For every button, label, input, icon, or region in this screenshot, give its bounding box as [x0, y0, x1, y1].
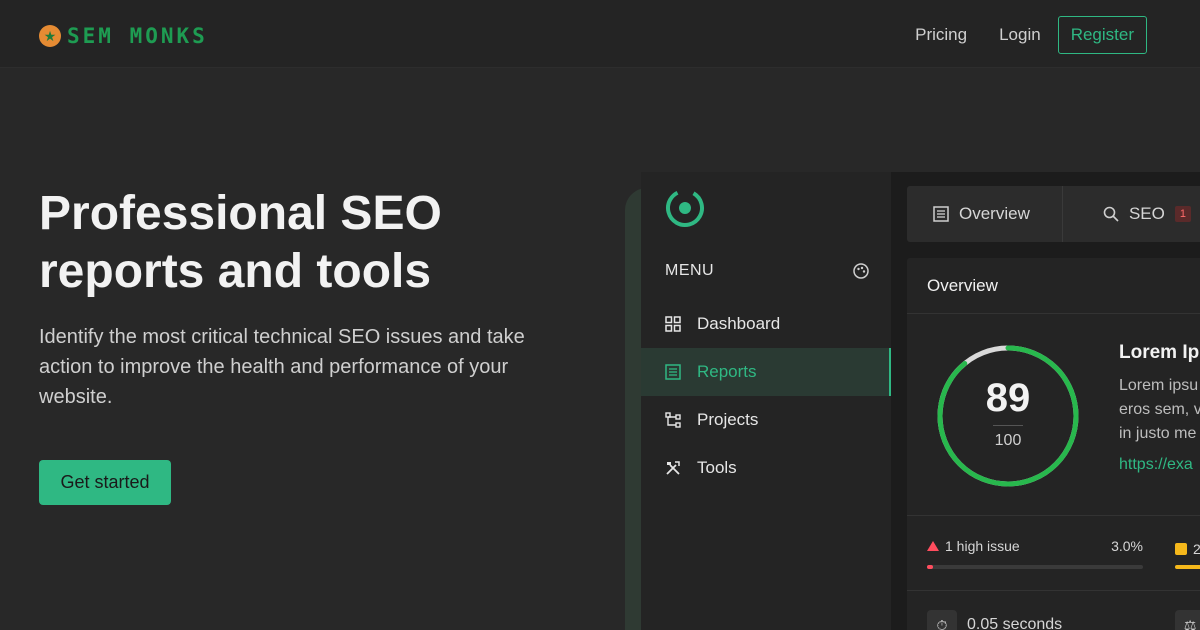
site-url-link[interactable]: https://exa: [1119, 456, 1193, 474]
site-description-line: Lorem ipsu: [1119, 377, 1199, 394]
medium-issue-label: 2: [1193, 541, 1200, 557]
high-issue-progress-fill: [927, 565, 934, 569]
issue-count-badge: 1: [1174, 206, 1191, 222]
warning-triangle-icon: [927, 541, 939, 551]
site-description-line: eros sem, v: [1119, 401, 1200, 418]
grid-icon: [665, 316, 681, 332]
tab-label: Overview: [959, 204, 1030, 223]
projects-icon: [665, 412, 681, 428]
medium-issue-row[interactable]: 2: [1175, 541, 1200, 557]
hero-title-line1: Professional SEO: [39, 187, 442, 240]
sidebar-item-tools[interactable]: Tools: [641, 444, 891, 492]
panel-title: Overview: [907, 258, 1200, 314]
star-badge-icon: ★: [39, 25, 61, 47]
score-divider: [993, 425, 1023, 426]
stopwatch-icon: ⏱: [927, 610, 957, 630]
high-issue-percent: 3.0%: [1111, 538, 1143, 554]
hero-title: Professional SEO reports and tools: [39, 185, 599, 301]
app-mockup: MENU Dashboard Reports Projects Tools Ov…: [641, 172, 1200, 630]
search-icon: [1103, 206, 1119, 222]
register-button[interactable]: Register: [1057, 16, 1147, 54]
tools-icon: [666, 461, 680, 475]
report-list-icon: [933, 206, 949, 222]
score-max: 100: [994, 432, 1022, 449]
nav-login-link[interactable]: Login: [983, 16, 1057, 54]
hero-subtitle: Identify the most critical technical SEO…: [39, 326, 525, 408]
medium-issue-progress: [1175, 565, 1200, 569]
sidebar-item-dashboard[interactable]: Dashboard: [641, 300, 891, 348]
tab-seo[interactable]: SEO 1: [1063, 186, 1200, 242]
sidebar-item-label: Projects: [697, 410, 759, 429]
palette-icon[interactable]: [853, 263, 869, 279]
menu-label: MENU: [665, 262, 715, 279]
brand-name: SEM MONKS: [67, 24, 208, 48]
tab-overview[interactable]: Overview: [907, 186, 1063, 242]
high-issue-row[interactable]: 1 high issue 3.0%: [927, 538, 1143, 554]
tab-bar: Overview SEO 1: [907, 186, 1200, 242]
nav-pricing-link[interactable]: Pricing: [899, 16, 983, 54]
hero-title-line2: reports and tools: [39, 245, 432, 298]
medium-issue-square-icon: [1175, 543, 1187, 555]
tab-label: SEO: [1128, 204, 1165, 223]
high-issue-label: 1 high issue: [945, 538, 1020, 554]
load-time-value: 0.05 seconds: [967, 616, 1063, 630]
site-description-line: in justo me: [1119, 425, 1197, 442]
site-description: Lorem ipsu eros sem, v in justo me: [1119, 374, 1200, 446]
menu-header: MENU: [665, 262, 869, 280]
sidebar-item-label: Reports: [697, 362, 757, 381]
app-content: Overview SEO 1 Overview 89 100 Lorem Ip: [891, 172, 1200, 630]
sidebar-item-reports[interactable]: Reports: [641, 348, 891, 396]
top-navbar: ★ SEM MONKS Pricing Login Register: [0, 0, 1200, 68]
high-issue-progress: [927, 565, 1143, 569]
brand[interactable]: ★ SEM MONKS: [39, 24, 208, 48]
nav-links: Pricing Login Register: [899, 16, 1147, 54]
get-started-button[interactable]: Get started: [39, 460, 171, 505]
divider: [907, 515, 1200, 516]
load-time: ⏱ 0.05 seconds: [927, 610, 1062, 630]
overview-panel: Overview 89 100 Lorem Ip Lorem ipsu eros…: [907, 258, 1200, 630]
sidebar-item-label: Tools: [697, 458, 737, 477]
scale-icon: ⚖: [1175, 610, 1200, 630]
sidebar-item-label: Dashboard: [697, 314, 781, 333]
app-logo-icon: [666, 189, 704, 228]
app-sidebar: MENU Dashboard Reports Projects Tools: [641, 172, 891, 630]
report-list-icon: [665, 364, 681, 380]
sidebar-item-projects[interactable]: Projects: [641, 396, 891, 444]
score-value: 89: [985, 376, 1031, 420]
divider: [907, 590, 1200, 591]
site-title: Lorem Ip: [1119, 342, 1200, 363]
